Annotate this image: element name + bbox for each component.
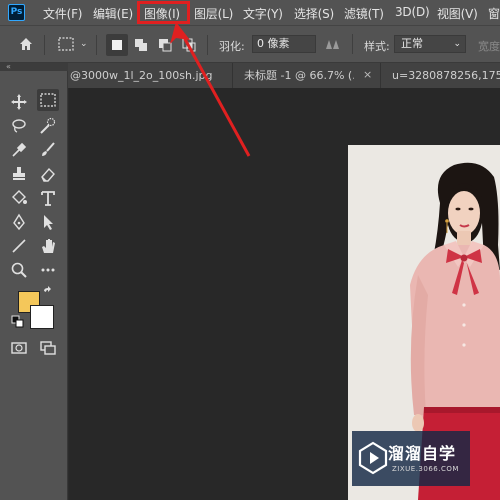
pen-tool-icon[interactable]	[8, 211, 30, 233]
style-select[interactable]: 正常 ⌄	[394, 35, 466, 53]
subtract-from-selection-icon[interactable]	[154, 34, 176, 56]
path-selection-tool-icon[interactable]	[37, 211, 59, 233]
tools-panel	[0, 71, 68, 500]
tab-doc-1[interactable]: @3000w_1l_2o_100sh.jpg	[70, 63, 220, 88]
width-label: 宽度	[478, 40, 500, 53]
feather-label: 羽化:	[219, 40, 245, 53]
menu-3d[interactable]: 3D(D)	[395, 5, 430, 19]
anti-alias-icon[interactable]	[322, 33, 344, 55]
watermark-logo-icon	[358, 441, 388, 475]
menu-file[interactable]: 文件(F)	[43, 5, 82, 22]
home-icon[interactable]	[15, 33, 37, 55]
screen-mode-icon[interactable]	[37, 337, 59, 359]
chevron-down-icon: ⌄	[453, 39, 461, 49]
watermark-subtitle: ZIXUE.3066.COM	[392, 465, 459, 473]
quick-selection-tool-icon[interactable]	[37, 115, 59, 137]
default-colors-icon[interactable]	[10, 314, 26, 330]
line-tool-icon[interactable]	[8, 235, 30, 257]
chevron-down-icon[interactable]: ⌄	[80, 39, 88, 49]
rect-marquee-preset-icon[interactable]	[55, 33, 77, 55]
style-select-value: 正常	[401, 37, 423, 50]
tab-doc-2[interactable]: 未标题 -1 @ 66.7% (...	[244, 63, 354, 88]
rect-marquee-tool-icon[interactable]	[37, 89, 59, 111]
brush-tool-icon[interactable]	[37, 139, 59, 161]
style-label: 样式:	[364, 40, 390, 53]
menu-window[interactable]: 窗	[488, 5, 500, 22]
panel-collapse-toggle[interactable]: «	[0, 63, 68, 71]
paint-bucket-tool-icon[interactable]	[8, 187, 30, 209]
clone-stamp-tool-icon[interactable]	[8, 163, 30, 185]
image-menu-highlight-box	[137, 1, 190, 24]
add-to-selection-icon[interactable]	[130, 34, 152, 56]
background-color-swatch[interactable]	[30, 305, 54, 329]
lasso-tool-icon[interactable]	[8, 115, 30, 137]
eraser-tool-icon[interactable]	[37, 163, 59, 185]
close-icon[interactable]: ×	[363, 68, 372, 81]
menu-select[interactable]: 选择(S)	[294, 5, 334, 22]
eyedropper-tool-icon[interactable]	[8, 139, 30, 161]
more-tools-icon[interactable]	[37, 259, 59, 281]
move-tool-icon[interactable]	[8, 91, 30, 113]
feather-input[interactable]: 0 像素	[252, 35, 316, 53]
intersect-selection-icon[interactable]	[178, 34, 200, 56]
menu-filter[interactable]: 滤镜(T)	[344, 5, 384, 22]
watermark-title: 溜溜自学	[388, 444, 457, 463]
photoshop-logo: Ps	[8, 4, 25, 21]
quick-mask-icon[interactable]	[8, 337, 30, 359]
menu-layer[interactable]: 图层(L)	[194, 5, 233, 22]
swap-colors-icon[interactable]	[40, 285, 58, 303]
zoom-tool-icon[interactable]	[8, 259, 30, 281]
hand-tool-icon[interactable]	[37, 235, 59, 257]
new-selection-icon[interactable]	[106, 34, 128, 56]
tab-doc-3[interactable]: u=3280878256,17563	[392, 63, 500, 88]
menu-type[interactable]: 文字(Y)	[243, 5, 283, 22]
menu-edit[interactable]: 编辑(E)	[93, 5, 133, 22]
type-tool-icon[interactable]	[37, 187, 59, 209]
menu-view[interactable]: 视图(V)	[437, 5, 478, 22]
